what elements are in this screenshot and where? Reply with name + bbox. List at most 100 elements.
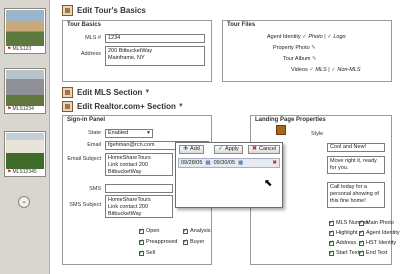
apply-button[interactable]: ✓ Apply xyxy=(214,145,243,154)
state-select[interactable]: Enabled ▼ xyxy=(105,129,153,138)
headline-input[interactable]: Cool and New! xyxy=(327,143,385,152)
checkbox[interactable] xyxy=(329,219,334,226)
checkbox[interactable] xyxy=(359,239,364,246)
message-1-input[interactable]: Move right it, ready for you. xyxy=(327,156,385,174)
section-edit-mls[interactable]: Edit MLS Section ▼ xyxy=(62,86,150,98)
mls-label: MLS # xyxy=(85,35,101,41)
section-title: Edit MLS Section xyxy=(77,87,143,97)
agent-identity-row: Agent Identity ✓ Photo | ✓ Logo xyxy=(267,34,346,40)
checkbox[interactable] xyxy=(359,249,364,256)
check-address[interactable]: Address xyxy=(329,239,356,246)
option-analysis[interactable]: Analysis xyxy=(183,227,210,234)
tour-editor: Edit Tour's Basics Tour Basics MLS # 123… xyxy=(62,2,400,272)
sms-subject-input[interactable]: HomeShareTours Link contact 200 Bitbucke… xyxy=(105,195,173,218)
checkbox[interactable] xyxy=(329,249,334,256)
tour-section-icon xyxy=(62,86,73,98)
option-preapproved[interactable]: Preapproved xyxy=(139,238,178,245)
flag-icon: ⚑ xyxy=(7,169,12,175)
style-label: Style xyxy=(311,131,324,137)
check-end-text[interactable]: End Text xyxy=(359,249,387,256)
house-photo xyxy=(6,70,44,106)
tour-thumbnail-3[interactable]: ⚑MLS12345 xyxy=(4,131,46,177)
caret-down-icon: ▼ xyxy=(177,103,184,109)
section-title: Edit Realtor.com+ Section xyxy=(77,101,176,111)
thumbnail-caption: MLS12345 xyxy=(12,169,37,175)
checkbox[interactable] xyxy=(139,249,144,256)
delete-icon[interactable]: ✖ xyxy=(272,160,277,166)
thumbnail-rail: ⚑MLS123 ⚑MLS1234 ⚑MLS12345 ⌄ xyxy=(0,0,50,274)
tour-thumbnail-1[interactable]: ⚑MLS123 xyxy=(4,8,46,54)
checkbox[interactable] xyxy=(183,238,188,245)
videos-row: Videos ✓ MLS | ✓ Non-MLS xyxy=(291,67,361,73)
checkmark-icon: ✓ xyxy=(331,67,336,73)
start-date[interactable]: 09/28/05 xyxy=(181,160,202,166)
caret-down-icon: ▼ xyxy=(144,89,151,95)
sms-input[interactable] xyxy=(105,184,173,193)
panel-title: Tour Files xyxy=(227,22,256,28)
sms-subject-label: SMS Subject xyxy=(69,202,101,208)
state-label: State xyxy=(88,130,101,136)
checkbox[interactable] xyxy=(329,229,334,236)
check-hst-identity[interactable]: HST Identity xyxy=(359,239,396,246)
tour-section-icon xyxy=(62,4,73,16)
end-date[interactable]: 09/30/05 xyxy=(214,160,235,166)
flag-icon: ⚑ xyxy=(7,106,12,112)
tour-album-row: Tour Album ✎ xyxy=(283,56,317,62)
add-icon: ✚ xyxy=(183,146,189,152)
tour-thumbnail-2[interactable]: ⚑MLS1234 xyxy=(4,68,46,114)
pencil-icon[interactable]: ✎ xyxy=(311,45,316,51)
section-edit-realtor[interactable]: Edit Realtor.com+ Section ▼ xyxy=(62,100,184,112)
house-photo xyxy=(6,10,44,46)
check-main-photo[interactable]: Main Photo xyxy=(359,219,394,226)
sms-label: SMS xyxy=(89,186,101,192)
thumbnail-caption: MLS123 xyxy=(12,46,32,52)
checkbox[interactable] xyxy=(329,239,334,246)
property-photo-row: Property Photo ✎ xyxy=(273,45,316,51)
address-label: Address xyxy=(80,51,101,57)
close-icon: ✖ xyxy=(252,146,258,152)
checkmark-icon: ✓ xyxy=(309,67,314,73)
chevron-down-icon: ▼ xyxy=(146,130,151,136)
pencil-icon[interactable]: ✎ xyxy=(312,56,317,62)
section-title: Edit Tour's Basics xyxy=(77,5,146,15)
cancel-button[interactable]: ✖ Cancel xyxy=(248,145,281,154)
panel-title: Sign-in Panel xyxy=(67,117,106,123)
add-button[interactable]: ✚ Add xyxy=(179,145,204,154)
date-range-row[interactable]: 09/28/05 ▦ 09/30/05 ▦ ✖ xyxy=(178,158,280,168)
section-edit-tour-basics[interactable]: Edit Tour's Basics xyxy=(62,4,146,16)
check-start-text[interactable]: Start Text xyxy=(329,249,359,256)
checkmark-icon: ✓ xyxy=(218,146,224,152)
check-highlight[interactable]: Highlight xyxy=(329,229,357,236)
checkbox[interactable] xyxy=(139,238,144,245)
mls-number-input[interactable]: 1234 xyxy=(105,34,205,43)
calendar-icon[interactable]: ▦ xyxy=(238,160,243,166)
checkmark-icon: ✓ xyxy=(302,34,307,40)
option-open[interactable]: Open xyxy=(139,227,159,234)
email-subject-input[interactable]: HomeShareTours Link contact 200 Bitbucke… xyxy=(105,153,173,176)
calendar-icon[interactable]: ▦ xyxy=(205,160,210,166)
tour-files-panel: Tour Files Agent Identity ✓ Photo | ✓ Lo… xyxy=(222,20,392,82)
checkbox[interactable] xyxy=(139,227,144,234)
mouse-pointer-icon: ⬉ xyxy=(264,178,273,189)
panel-title: Tour Basics xyxy=(67,22,101,28)
schedule-popup: ✚ Add ✓ Apply ✖ Cancel 09/28/05 ▦ 09/30/… xyxy=(175,142,283,208)
email-subject-label: Email Subject xyxy=(67,156,101,162)
option-buyer[interactable]: Buyer xyxy=(183,238,204,245)
flag-icon: ⚑ xyxy=(7,46,12,52)
checkbox[interactable] xyxy=(359,219,364,226)
panel-title: Landing Page Properties xyxy=(255,117,326,123)
checkbox[interactable] xyxy=(183,227,188,234)
address-input[interactable]: 200 BitbucketWay Mainframe, NY xyxy=(105,46,205,66)
style-color-swatch[interactable] xyxy=(276,125,286,135)
checkbox[interactable] xyxy=(359,229,364,236)
option-sell[interactable]: Sell xyxy=(139,249,155,256)
checkmark-icon: ✓ xyxy=(327,34,332,40)
tour-section-icon xyxy=(62,100,73,112)
check-agent-identity[interactable]: Agent Identity xyxy=(359,229,400,236)
thumbnail-caption: MLS1234 xyxy=(12,106,34,112)
chevron-down-circle-icon[interactable]: ⌄ xyxy=(18,196,30,208)
email-label: Email xyxy=(87,142,101,148)
house-photo xyxy=(6,133,44,169)
message-2-input[interactable]: Call today for a personal showing of thi… xyxy=(327,182,385,208)
tour-basics-panel: Tour Basics MLS # 1234 Address 200 Bitbu… xyxy=(62,20,212,82)
